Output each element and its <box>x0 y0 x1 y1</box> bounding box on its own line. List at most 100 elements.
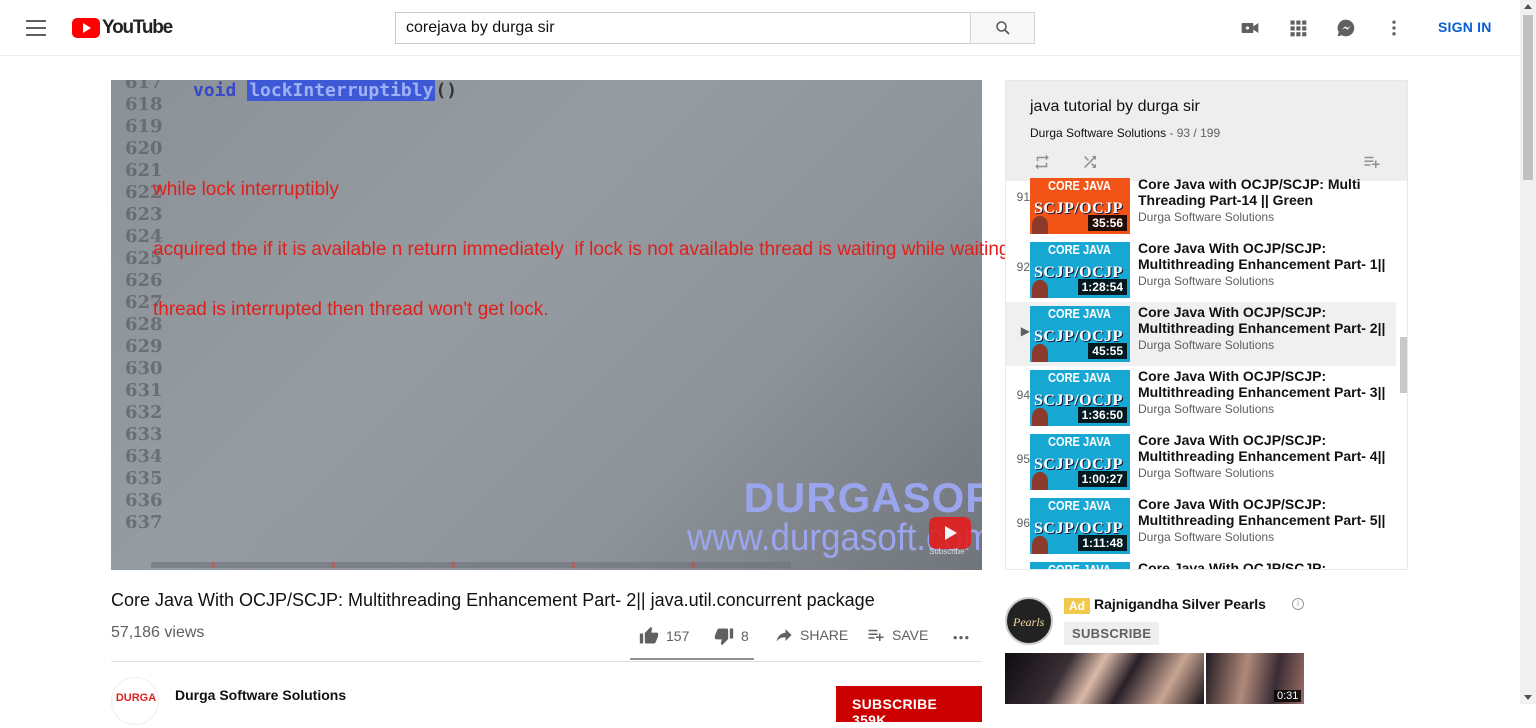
playlist-item-index: 92 <box>1016 260 1030 274</box>
ad-logo[interactable]: Pearls <box>1005 597 1053 645</box>
code-line-number: 618 <box>125 94 163 115</box>
brand-name: DURGASOFT <box>743 474 982 521</box>
ad-subscribe-button[interactable]: SUBSCRIBE <box>1064 622 1160 645</box>
code-line-number: 619 <box>125 116 163 137</box>
playlist-item-title[interactable]: Core Java With OCJP/SCJP: Innerclass <box>1138 560 1388 569</box>
loop-icon[interactable] <box>1032 153 1052 171</box>
dislike-button[interactable]: 8 <box>713 626 749 646</box>
page-scrollbar[interactable] <box>1520 0 1536 704</box>
share-label: SHARE <box>800 627 849 643</box>
scroll-up-arrow-icon[interactable] <box>1524 4 1532 9</box>
thumbnail-heading: CORE JAVA <box>1048 434 1111 449</box>
search-icon <box>995 21 1010 35</box>
playlist-item-thumbnail[interactable]: CORE JAVA SCJP/OCJP 1:11:48 <box>1030 498 1130 554</box>
annotation-line-3: thread is interrupted then thread won't … <box>153 299 549 320</box>
messages-icon[interactable] <box>1336 18 1356 38</box>
playlist-item-title[interactable]: Core Java With OCJP/SCJP: Multithreading… <box>1138 496 1388 528</box>
like-count: 157 <box>666 628 690 644</box>
playlist-item[interactable]: 94 CORE JAVA SCJP/OCJP 1:36:50 Core Java Wit… <box>1006 366 1396 430</box>
ad-badge: Ad <box>1064 598 1090 614</box>
playlist-item-duration: 1:36:50 <box>1077 407 1127 423</box>
code-line-number: 631 <box>125 380 163 401</box>
save-button[interactable]: SAVE <box>866 626 928 644</box>
playlist-item[interactable]: 92 CORE JAVA SCJP/OCJP 1:28:54 Core Java Wit… <box>1006 238 1396 302</box>
playlist-item-channel: Durga Software Solutions <box>1138 274 1275 288</box>
playlist-scrollbar[interactable] <box>1400 337 1407 393</box>
thumbnail-presenter <box>1032 280 1048 298</box>
playlist-meta: Durga Software Solutions - 93 / 199 <box>1030 126 1220 140</box>
channel-avatar-text: DURGA <box>115 692 157 704</box>
code-line-number: 633 <box>125 424 163 445</box>
code-line-number: 635 <box>125 468 163 489</box>
apps-grid-icon[interactable] <box>1288 18 1308 38</box>
video-title: Core Java With OCJP/SCJP: Multithreading… <box>111 590 875 610</box>
search-button[interactable] <box>970 12 1035 44</box>
thumb-up-icon <box>639 626 659 644</box>
playlist-item-title[interactable]: Core Java With OCJP/SCJP: Multithreading… <box>1138 432 1388 464</box>
playlist-item-thumbnail[interactable]: CORE JAVA SCJP/OCJP 1:00:27 <box>1030 434 1130 490</box>
playlist-item[interactable]: ▶ CORE JAVA SCJP/OCJP 45:55 Core Java With O… <box>1006 302 1396 366</box>
playlist-item-title[interactable]: Core Java with OCJP/SCJP: Multi Threadin… <box>1138 176 1388 208</box>
playlist-item[interactable]: 95 CORE JAVA SCJP/OCJP 1:00:27 Core Java Wit… <box>1006 430 1396 494</box>
playlist-item-thumbnail[interactable]: CORE JAVA SCJP/OCJP 45:55 <box>1030 306 1130 362</box>
video-annotation: while lock interruptibly acquired the if… <box>153 140 1028 340</box>
playlist-item-duration: 1:11:48 <box>1078 535 1127 551</box>
scroll-down-arrow-icon[interactable] <box>1524 695 1532 700</box>
channel-avatar[interactable]: DURGA <box>111 677 159 725</box>
youtube-logo[interactable]: YouTube <box>72 17 173 38</box>
subscribe-button[interactable]: SUBSCRIBE 359K <box>836 686 982 728</box>
ad-title[interactable]: Rajnigandha Silver Pearls <box>1094 596 1266 612</box>
more-actions-button[interactable] <box>950 626 972 646</box>
playlist-item-thumbnail[interactable]: CORE JAVA SCJP/OCJP 1:36:50 <box>1030 370 1130 426</box>
playlist-item-title[interactable]: Core Java With OCJP/SCJP: Multithreading… <box>1138 240 1388 272</box>
playlist-item[interactable]: 91 CORE JAVA SCJP/OCJP 35:56 Core Java with … <box>1006 174 1396 238</box>
thumbnail-presenter <box>1032 472 1048 490</box>
menu-icon[interactable] <box>26 20 46 36</box>
share-arrow-icon <box>776 629 792 642</box>
code-line-number: 630 <box>125 358 163 379</box>
playlist-item-index: 95 <box>1016 452 1030 466</box>
shuffle-icon[interactable] <box>1080 153 1100 171</box>
playlist-item-channel: Durga Software Solutions <box>1138 338 1275 352</box>
code-selection: lockInterruptibly <box>247 80 436 101</box>
share-button[interactable]: SHARE <box>774 626 848 644</box>
playlist-item-thumbnail[interactable]: CORE JAVA SCJP/OCJP 35:56 <box>1030 178 1130 234</box>
playlist-item-duration: 35:56 <box>1088 215 1127 231</box>
playlist-item-thumbnail[interactable]: CORE JAVA SCJP/OCJP 1:28:54 <box>1030 242 1130 298</box>
playlist-title[interactable]: java tutorial by durga sir <box>1030 98 1200 116</box>
playlist-item-index: 94 <box>1016 388 1030 402</box>
playlist-owner[interactable]: Durga Software Solutions <box>1030 126 1166 140</box>
playlist-item-duration: 1:00:27 <box>1077 471 1127 487</box>
playlist-item-title[interactable]: Core Java With OCJP/SCJP: Multithreading… <box>1138 304 1388 336</box>
thumbnail-heading: CORE JAVA <box>1048 562 1111 570</box>
playlist-save-icon[interactable] <box>1362 153 1382 171</box>
subscribe-watermark-icon[interactable] <box>929 517 971 549</box>
upload-video-icon[interactable] <box>1240 18 1260 38</box>
playlist-item[interactable]: 96 CORE JAVA SCJP/OCJP 1:11:48 Core Java Wit… <box>1006 494 1396 558</box>
sign-in-link[interactable]: SIGN IN <box>1438 19 1492 35</box>
search-input[interactable] <box>395 12 971 44</box>
code-line: void lockInterruptibly() <box>193 80 457 101</box>
thumbnail-presenter <box>1032 344 1048 362</box>
playlist-add-icon <box>868 629 884 641</box>
playlist-item-title[interactable]: Core Java With OCJP/SCJP: Multithreading… <box>1138 368 1388 400</box>
channel-name[interactable]: Durga Software Solutions <box>175 687 346 703</box>
logo-wordmark: YouTube <box>102 17 173 38</box>
like-button[interactable]: 157 <box>638 626 689 646</box>
playlist-item-thumbnail[interactable]: CORE JAVA <box>1030 562 1130 570</box>
code-line-number: 617 <box>125 80 163 93</box>
playlist-item-index: 96 <box>1016 516 1030 530</box>
code-paren: () <box>435 80 458 101</box>
top-bar: YouTube SIGN IN <box>0 0 1520 56</box>
ad-duration: 0:31 <box>1274 690 1302 702</box>
more-vert-icon[interactable] <box>1384 18 1404 38</box>
annotation-line-1: while lock interruptibly <box>153 179 339 200</box>
playlist-item-duration: 1:28:54 <box>1077 279 1127 295</box>
view-count: 57,186 views <box>111 624 205 641</box>
playlist-item[interactable]: CORE JAVA Core Java With OCJP/SCJP: Inner… <box>1006 558 1396 570</box>
scrollbar-thumb[interactable] <box>1523 15 1533 180</box>
more-horiz-icon <box>953 636 969 640</box>
info-icon[interactable]: i <box>1292 598 1304 610</box>
ad-thumbnail-main[interactable] <box>1005 653 1204 704</box>
playlist-item-channel: Durga Software Solutions <box>1138 466 1275 480</box>
